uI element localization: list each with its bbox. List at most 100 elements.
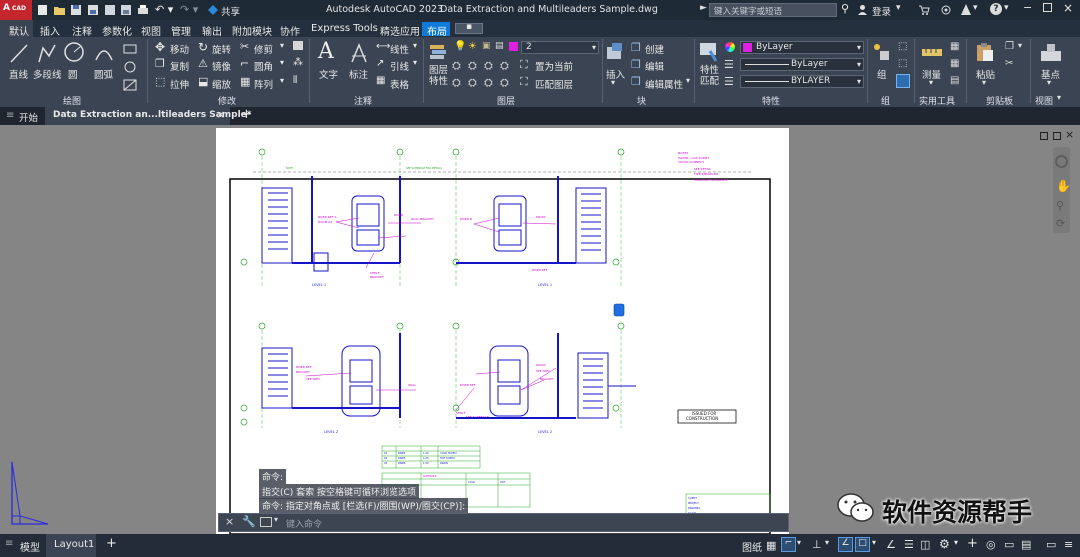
clipboard-panel-label[interactable]: 剪贴板 <box>986 94 1013 107</box>
group-label[interactable]: 组 <box>877 67 887 81</box>
new-tab-button[interactable]: + <box>241 107 252 122</box>
paper-space-toggle[interactable]: 图纸 <box>742 539 762 554</box>
new-file-icon[interactable] <box>37 4 48 16</box>
search-input[interactable]: 键入关键字或短语 <box>709 3 837 17</box>
tab-layout[interactable]: 布局 <box>422 22 450 38</box>
arc-icon[interactable] <box>93 42 115 64</box>
block-panel-label[interactable]: 块 <box>637 94 646 107</box>
tab-model[interactable]: 模型 <box>20 539 40 554</box>
insert-label[interactable]: 插入 <box>606 67 625 81</box>
layer-tool-icon[interactable]: ⛭ <box>452 76 461 90</box>
print-icon[interactable] <box>137 4 149 16</box>
customize-icon[interactable]: ≡ <box>1064 538 1073 551</box>
chevron-down-icon[interactable]: ▾ <box>280 41 284 50</box>
erase-icon[interactable] <box>293 41 303 50</box>
chevron-down-icon[interactable]: ▾ <box>611 78 615 87</box>
linear-label[interactable]: 线性 <box>390 42 409 56</box>
move-icon[interactable]: ✥ <box>155 40 165 54</box>
match-layer-icon[interactable]: ⛶ <box>520 75 528 89</box>
tab-view[interactable]: 视图 <box>141 23 161 38</box>
copy-icon[interactable]: ❐ <box>155 57 165 70</box>
layer-tool-icon[interactable]: ⛭ <box>500 59 509 73</box>
group-select-icon[interactable] <box>896 74 910 88</box>
match-layer-label[interactable]: 匹配图层 <box>535 77 573 91</box>
viewport-restore-icon[interactable] <box>1040 132 1048 140</box>
mirror-label[interactable]: 镜像 <box>212 59 231 73</box>
leader-icon[interactable]: ↗ <box>376 58 384 69</box>
polyline-icon[interactable] <box>37 42 57 64</box>
tab-featured-apps[interactable]: 精选应用 <box>380 23 420 38</box>
layer-tool-icon[interactable]: ⛭ <box>500 76 509 90</box>
plus-icon[interactable]: + <box>967 536 978 551</box>
grid-icon[interactable]: ▦ <box>766 539 776 552</box>
close-icon[interactable]: × <box>1063 1 1073 15</box>
edit-attributes-label[interactable]: 编辑属性 <box>645 77 683 91</box>
osnap-icon[interactable]: □ <box>855 537 870 552</box>
printer-icon[interactable]: ▤ <box>495 41 504 51</box>
web-mobile-icon[interactable] <box>104 4 116 16</box>
move-label[interactable]: 移动 <box>170 42 189 56</box>
maximize-icon[interactable] <box>1043 3 1052 12</box>
add-layout-button[interactable]: + <box>106 536 117 551</box>
search-icon[interactable]: ⚲ <box>841 2 849 15</box>
copy-clip-icon[interactable]: ❐ <box>1005 41 1014 52</box>
layer-tool-icon[interactable]: ⛭ <box>484 76 493 90</box>
tab-collaborate[interactable]: 协作 <box>280 23 300 38</box>
calculator-icon[interactable]: ▤ <box>950 75 959 86</box>
chevron-down-icon[interactable]: ▾ <box>1018 41 1022 50</box>
chevron-down-icon[interactable]: ▾ <box>872 538 876 547</box>
viewport-maximize-icon[interactable] <box>1053 132 1061 140</box>
chevron-down-icon[interactable]: ▾ <box>929 78 933 87</box>
edit-label[interactable]: 编辑 <box>645 59 664 73</box>
orbit-icon[interactable]: ⟳ <box>1056 217 1065 230</box>
tab-annotate[interactable]: 注释 <box>72 23 92 38</box>
chevron-down-icon[interactable]: ▾ <box>982 78 986 87</box>
trim-label[interactable]: 修剪 <box>254 42 273 56</box>
chevron-down-icon[interactable]: ▾ <box>280 58 284 67</box>
quick-properties-icon[interactable]: ▤ <box>1021 538 1031 551</box>
scale-icon[interactable]: ⬓ <box>198 75 208 88</box>
tab-insert[interactable]: 插入 <box>40 23 60 38</box>
edit-block-icon[interactable]: ❒ <box>631 58 641 71</box>
table-icon[interactable]: ▦ <box>376 75 385 86</box>
create-label[interactable]: 创建 <box>645 42 664 56</box>
app-logo[interactable]: CAD A <box>0 0 32 20</box>
command-line[interactable]: × 🔧 ▾ 键入命令 <box>218 513 789 532</box>
ortho-icon[interactable]: ⊥ <box>812 538 822 551</box>
layer-tool-icon[interactable]: ⛭ <box>468 59 477 73</box>
chevron-down-icon[interactable]: ▾ <box>954 538 958 547</box>
polar-icon[interactable]: ∠ <box>838 537 853 552</box>
chevron-down-icon[interactable]: ▾ <box>413 58 417 67</box>
chevron-down-icon[interactable]: ▾ <box>280 76 284 85</box>
layers-panel-label[interactable]: 图层 <box>497 94 515 107</box>
dimension-label[interactable]: 标注 <box>349 67 368 81</box>
view-panel-label[interactable]: 视图 <box>1035 94 1053 107</box>
menu-icon[interactable]: ≡ <box>6 110 14 121</box>
save-web-icon[interactable] <box>120 4 132 16</box>
transparency-icon[interactable]: ◫ <box>920 538 930 551</box>
layer-tool-icon[interactable]: ⛭ <box>452 59 461 73</box>
menu-icon[interactable]: ≡ <box>5 538 13 549</box>
tab-start[interactable]: 开始 <box>19 110 38 124</box>
utilities-panel-label[interactable]: 实用工具 <box>919 94 955 107</box>
base-view-icon[interactable] <box>1039 41 1063 63</box>
clean-screen-icon[interactable]: ▭ <box>1046 538 1056 551</box>
copy-label[interactable]: 复制 <box>170 59 189 73</box>
set-current-label[interactable]: 置为当前 <box>535 59 573 73</box>
tab-manage[interactable]: 管理 <box>171 23 191 38</box>
viewport-close-icon[interactable]: × <box>1065 128 1074 141</box>
properties-panel-label[interactable]: 特性 <box>762 94 780 107</box>
drawing-canvas[interactable]: × ✋ ⚲ ⟳ RISER REF A ROOM 02 RISER WALL B… <box>0 125 1080 534</box>
autodesk-a360-icon[interactable] <box>960 3 972 16</box>
scale-label[interactable]: 缩放 <box>212 77 231 91</box>
insert-block-icon[interactable] <box>604 41 626 63</box>
array-icon[interactable]: ▦ <box>240 75 250 88</box>
color-dropdown[interactable]: ByLayer ▾ <box>740 41 864 54</box>
linetype-dropdown[interactable]: ByLayer ▾ <box>740 58 864 71</box>
match-properties-label[interactable]: 特性 匹配 <box>700 65 719 87</box>
line-icon[interactable] <box>9 42 29 64</box>
layer-properties-icon[interactable] <box>428 41 448 63</box>
snap-icon[interactable]: ⌐ <box>781 537 796 552</box>
save-as-icon[interactable] <box>87 4 99 16</box>
chevron-down-icon[interactable]: ▾ <box>1004 3 1009 13</box>
